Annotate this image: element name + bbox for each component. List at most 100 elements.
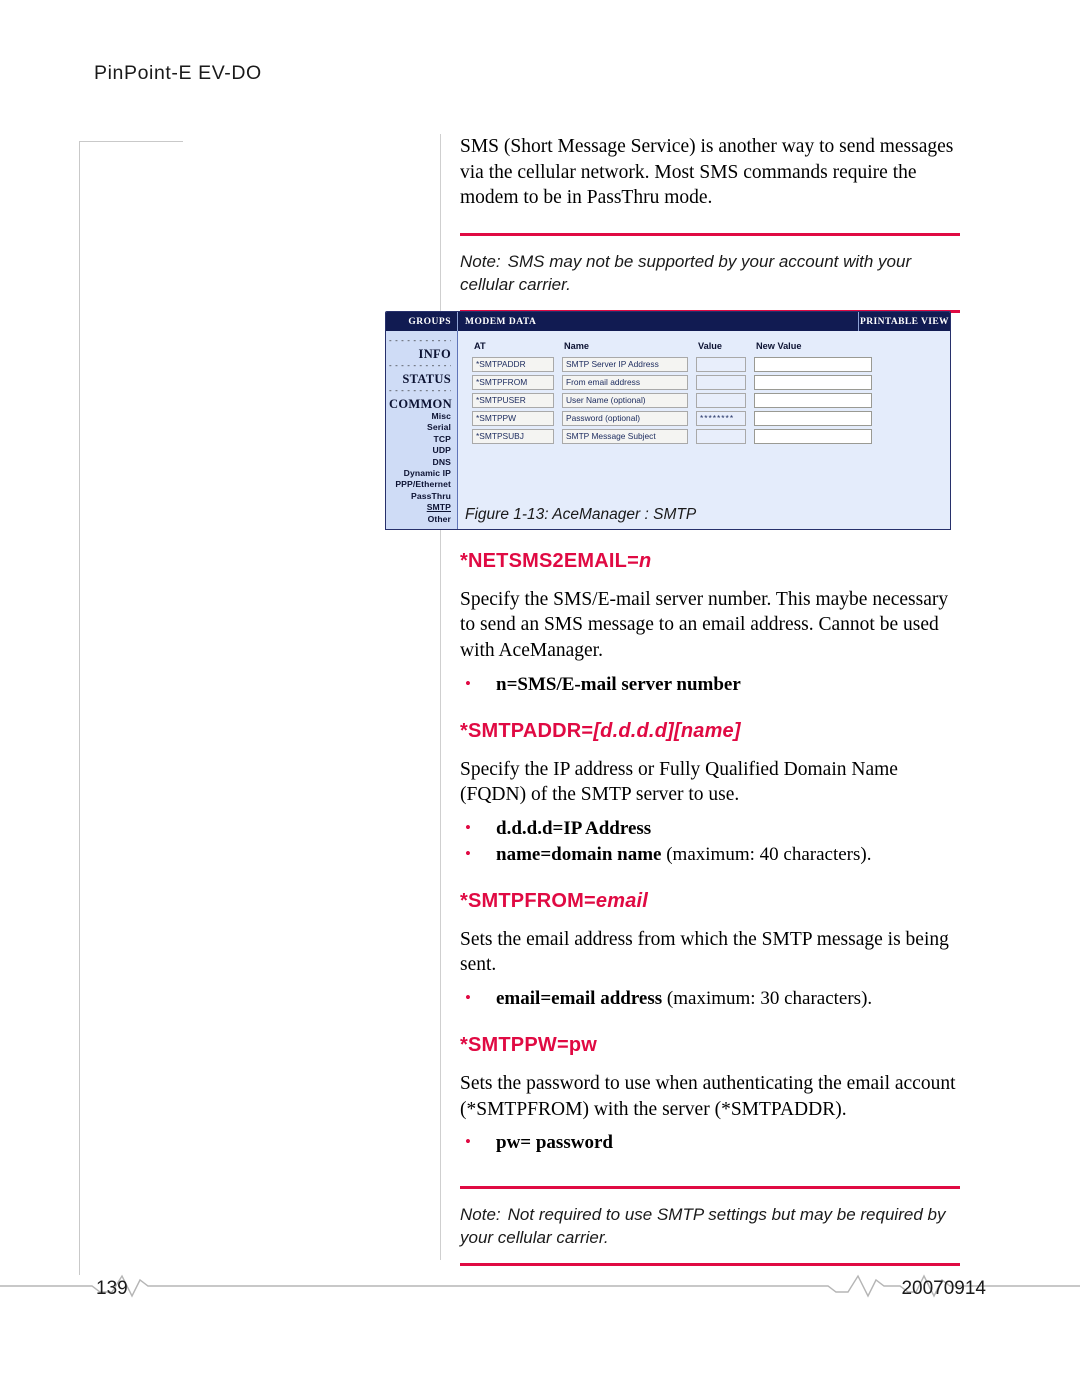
sidebar-item-other[interactable]: Other (389, 514, 451, 525)
bullet-bold-text: n=SMS/E-mail server number (496, 673, 741, 695)
acemanager-sidebar: - - - - - - - - - - - - INFO - - - - - -… (386, 331, 458, 530)
command-description-smtpfrom: Sets the email address from which the SM… (460, 928, 949, 976)
column-header-at: AT (474, 341, 486, 351)
command-prefix: *SMTPFROM= (460, 889, 596, 912)
setting-name-smtppw: Password (optional) (562, 411, 688, 426)
table-row: *SMTPSUBJ SMTP Message Subject (472, 429, 880, 447)
table-row: *SMTPADDR SMTP Server IP Address (472, 357, 880, 375)
command-argument: [d.d.d.d][name] (593, 719, 741, 742)
at-command-smtppw: *SMTPPW (472, 411, 554, 426)
sidebar-item-misc[interactable]: Misc (389, 411, 451, 422)
table-row: *SMTPPW Password (optional) ******** (472, 411, 880, 429)
command-description-smtpaddr: Specify the IP address or Fully Qualifie… (460, 758, 898, 806)
command-heading-smtppw: *SMTPPW=pw (460, 1034, 960, 1057)
table-header-row: AT Name Value New Value (472, 341, 880, 357)
sidebar-item-dynamic-ip[interactable]: Dynamic IP (389, 468, 451, 479)
at-command-smtpfrom: *SMTPFROM (472, 375, 554, 390)
note-top-label: Note: (460, 251, 501, 271)
command-description-smtppw: Sets the password to use when authentica… (460, 1072, 956, 1120)
at-command-smtpuser: *SMTPUSER (472, 393, 554, 408)
new-value-input-smtpuser[interactable] (754, 393, 872, 408)
tab-modem-data[interactable]: MODEM DATA (458, 312, 858, 331)
bullet-list-smtppw: pw= password (460, 1129, 960, 1156)
table-row: *SMTPFROM From email address (472, 375, 880, 393)
note-top-text: SMS may not be supported by your account… (460, 251, 912, 294)
bullet-list-netsms2email: n=SMS/E-mail server number (460, 671, 960, 698)
column-divider-rule (440, 134, 441, 1260)
setting-name-smtpaddr: SMTP Server IP Address (562, 357, 688, 372)
command-heading-smtpfrom: *SMTPFROM=email (460, 890, 960, 913)
sidebar-item-common[interactable]: COMMON (389, 397, 452, 411)
table-row: *SMTPUSER User Name (optional) (472, 393, 880, 411)
column-header-new-value: New Value (756, 341, 802, 351)
setting-name-smtpuser: User Name (optional) (562, 393, 688, 408)
current-value-smtpuser (696, 393, 746, 408)
running-header-title: PinPoint-E EV-DO (94, 62, 262, 84)
sidebar-item-status[interactable]: STATUS (389, 372, 451, 386)
sidebar-item-tcp[interactable]: TCP (389, 434, 451, 445)
note-bottom-label: Note: (460, 1205, 501, 1225)
figure-acemanager-smtp: GROUPS MODEM DATA PRINTABLE VIEW - - - -… (385, 311, 951, 531)
intro-paragraph: SMS (Short Message Service) is another w… (460, 136, 954, 209)
list-item: email=email address (maximum: 30 charact… (460, 985, 960, 1012)
column-header-value: Value (698, 341, 723, 351)
document-page: PinPoint-E EV-DO SMS (Short Message Serv… (0, 0, 1080, 1397)
margin-rule-top (79, 141, 183, 142)
note-bottom-rule-below (460, 1263, 960, 1267)
at-command-smtpaddr: *SMTPADDR (472, 357, 554, 372)
bullet-bold-text: name=domain name (496, 843, 662, 865)
main-text-column: SMS (Short Message Service) is another w… (460, 134, 960, 1267)
current-value-smtpfrom (696, 375, 746, 390)
list-item: n=SMS/E-mail server number (460, 671, 960, 698)
acemanager-window: GROUPS MODEM DATA PRINTABLE VIEW - - - -… (385, 311, 951, 531)
margin-rule-left (79, 141, 80, 1275)
command-prefix: *NETSMS2EMAIL= (460, 549, 639, 572)
acemanager-top-bar: GROUPS MODEM DATA PRINTABLE VIEW (386, 312, 950, 331)
bullet-plain-text: (maximum: 30 characters). (662, 987, 873, 1009)
sidebar-item-info[interactable]: INFO (389, 347, 451, 361)
column-header-name: Name (564, 341, 590, 351)
command-prefix: *SMTPPW= (460, 1033, 569, 1056)
bullet-list-smtpaddr: d.d.d.d=IP Address name=domain name (max… (460, 815, 960, 868)
command-prefix: *SMTPADDR= (460, 719, 594, 742)
sidebar-divider-2: - - - - - - - - - - - - (389, 362, 451, 370)
note-top: Note: SMS may not be supported by your ac… (460, 250, 960, 296)
note-bottom-text: Not required to use SMTP settings but ma… (460, 1205, 946, 1248)
sidebar-item-udp[interactable]: UDP (389, 445, 451, 456)
settings-table: AT Name Value New Value *SMTPADDR SMTP S… (472, 341, 880, 447)
sidebar-divider-1: - - - - - - - - - - - - (389, 337, 451, 345)
button-printable-view[interactable]: PRINTABLE VIEW (858, 312, 950, 331)
note-bottom: Note: Not required to use SMTP settings b… (460, 1203, 960, 1249)
bullet-bold-text: d.d.d.d=IP Address (496, 817, 652, 839)
list-item: name=domain name (maximum: 40 characters… (460, 841, 960, 868)
bullet-bold-text: pw= password (496, 1132, 613, 1154)
bullet-bold-text: email=email address (496, 987, 663, 1009)
current-value-smtppw: ******** (696, 411, 746, 426)
current-value-smtpaddr (696, 357, 746, 372)
page-number: 139 (96, 1278, 128, 1299)
tab-groups[interactable]: GROUPS (386, 312, 458, 331)
command-argument: pw (568, 1033, 598, 1056)
sidebar-item-ppp-ethernet[interactable]: PPP/Ethernet (389, 479, 451, 490)
sidebar-item-smtp[interactable]: SMTP (389, 502, 451, 513)
new-value-input-smtpfrom[interactable] (754, 375, 872, 390)
figure-caption: Figure 1-13: AceManager : SMTP (465, 506, 697, 523)
sidebar-item-serial[interactable]: Serial (389, 422, 451, 433)
sidebar-item-dns[interactable]: DNS (389, 457, 451, 468)
command-heading-netsms2email: *NETSMS2EMAIL=n (460, 550, 960, 573)
setting-name-smtpfrom: From email address (562, 375, 688, 390)
acemanager-settings-panel: AT Name Value New Value *SMTPADDR SMTP S… (458, 331, 950, 529)
list-item: d.d.d.d=IP Address (460, 815, 960, 842)
new-value-input-smtpaddr[interactable] (754, 357, 872, 372)
list-item: pw= password (460, 1129, 960, 1156)
document-date: 20070914 (901, 1278, 986, 1299)
sidebar-item-passthru[interactable]: PassThru (389, 491, 451, 502)
acemanager-body: - - - - - - - - - - - - INFO - - - - - -… (386, 331, 950, 530)
new-value-input-smtppw[interactable] (754, 411, 872, 426)
new-value-input-smtpsubj[interactable] (754, 429, 872, 444)
command-heading-smtpaddr: *SMTPADDR=[d.d.d.d][name] (460, 720, 960, 743)
command-argument: n (638, 549, 652, 572)
setting-name-smtpsubj: SMTP Message Subject (562, 429, 688, 444)
bullet-list-smtpfrom: email=email address (maximum: 30 charact… (460, 985, 960, 1012)
command-description-netsms2email: Specify the SMS/E-mail server number. Th… (460, 588, 949, 661)
